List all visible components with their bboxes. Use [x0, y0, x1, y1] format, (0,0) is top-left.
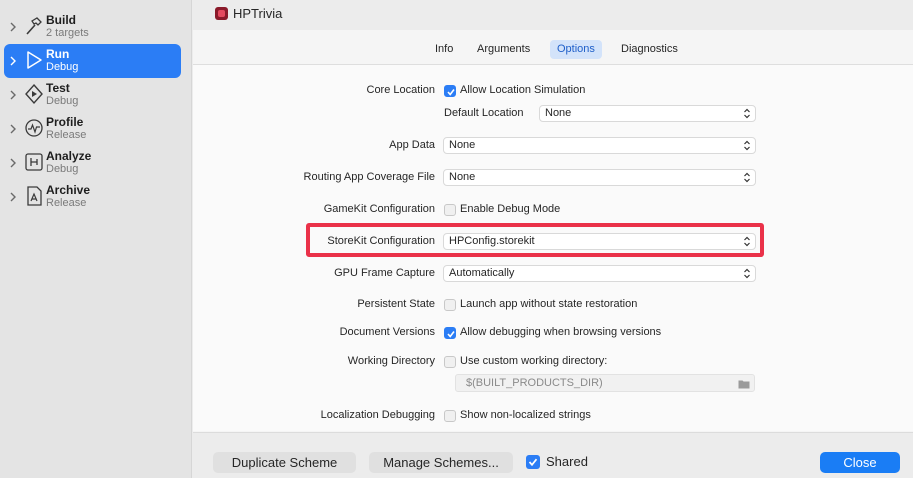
sidebar-item-build[interactable]: Build 2 targets	[4, 10, 181, 44]
sidebar-item-title: Test	[46, 81, 70, 95]
sidebar-item-title: Archive	[46, 183, 91, 197]
routing-coverage-popup[interactable]: None	[443, 169, 756, 186]
localization-text: Show non-localized strings	[460, 409, 591, 421]
shared-checkbox[interactable]	[526, 455, 540, 469]
core-location-label: Core Location	[366, 84, 436, 96]
working-directory-field[interactable]: $(BUILT_PRODUCTS_DIR)	[455, 374, 755, 392]
chevron-right-icon[interactable]	[8, 123, 18, 135]
gamekit-label: GameKit Configuration	[323, 203, 435, 215]
duplicate-scheme-button[interactable]: Duplicate Scheme	[213, 452, 356, 473]
popup-arrows-icon	[743, 267, 751, 280]
sidebar-item-run[interactable]: Run Debug	[4, 44, 181, 78]
sidebar-item-subtitle: 2 targets	[46, 27, 89, 39]
test-diamond-icon	[24, 83, 44, 105]
sidebar-item-subtitle: Release	[46, 129, 87, 141]
popup-arrows-icon	[743, 139, 751, 152]
sidebar-item-profile[interactable]: Profile Release	[4, 112, 181, 146]
allow-location-simulation-checkbox[interactable]	[444, 85, 456, 97]
app-icon	[215, 7, 228, 20]
tab-info[interactable]: Info	[428, 40, 460, 59]
persistent-state-label: Persistent State	[357, 298, 435, 310]
routing-coverage-value: None	[449, 171, 476, 183]
popup-arrows-icon	[743, 171, 751, 184]
sidebar-item-subtitle: Debug	[46, 163, 79, 175]
routing-coverage-label: Routing App Coverage File	[303, 171, 435, 183]
default-location-value: None	[545, 107, 572, 119]
analyze-icon	[24, 151, 44, 173]
chevron-right-icon[interactable]	[8, 55, 18, 67]
play-icon	[24, 49, 44, 71]
gpu-capture-label: GPU Frame Capture	[334, 267, 435, 279]
footer-bar: Duplicate Scheme Manage Schemes... Share…	[193, 432, 913, 478]
chevron-right-icon[interactable]	[8, 89, 18, 101]
storekit-highlight-box	[306, 223, 764, 257]
sidebar-item-title: Analyze	[46, 149, 92, 163]
options-panel: Core Location Allow Location Simulation …	[193, 64, 913, 431]
scheme-header: HPTrivia	[193, 0, 913, 30]
working-directory-checkbox[interactable]	[444, 356, 456, 368]
sidebar-item-title: Run	[46, 47, 70, 61]
popup-arrows-icon	[743, 107, 751, 120]
sidebar-item-subtitle: Debug	[46, 61, 79, 73]
document-versions-label: Document Versions	[339, 326, 435, 338]
close-button[interactable]: Close	[820, 452, 900, 473]
sidebar-item-archive[interactable]: Archive Release	[4, 180, 181, 214]
sidebar-item-title: Profile	[46, 115, 84, 129]
default-location-label: Default Location	[444, 107, 524, 119]
app-data-label: App Data	[389, 139, 435, 151]
tab-arguments[interactable]: Arguments	[470, 40, 537, 59]
manage-schemes-button[interactable]: Manage Schemes...	[369, 452, 513, 473]
localization-checkbox[interactable]	[444, 410, 456, 422]
folder-icon[interactable]	[738, 378, 750, 394]
gpu-capture-value: Automatically	[449, 267, 515, 279]
allow-location-simulation-label: Allow Location Simulation	[460, 84, 586, 96]
sidebar-item-test[interactable]: Test Debug	[4, 78, 181, 112]
tab-options[interactable]: Options	[550, 40, 602, 59]
chevron-right-icon[interactable]	[8, 191, 18, 203]
localization-label: Localization Debugging	[320, 409, 435, 421]
gamekit-debug-checkbox[interactable]	[444, 204, 456, 216]
scheme-editor-main: HPTrivia Info Arguments Options Diagnost…	[193, 0, 913, 478]
sidebar-item-analyze[interactable]: Analyze Debug	[4, 146, 181, 180]
working-directory-path: $(BUILT_PRODUCTS_DIR)	[466, 377, 603, 389]
gpu-capture-popup[interactable]: Automatically	[443, 265, 756, 282]
persistent-state-text: Launch app without state restoration	[460, 298, 638, 310]
hammer-icon	[24, 15, 44, 37]
profile-waveform-icon	[24, 117, 44, 139]
app-data-popup[interactable]: None	[443, 137, 756, 154]
working-directory-text: Use custom working directory:	[460, 355, 608, 367]
document-versions-checkbox[interactable]	[444, 327, 456, 339]
sidebar-item-subtitle: Debug	[46, 95, 79, 107]
tab-bar: Info Arguments Options Diagnostics	[193, 38, 913, 60]
persistent-state-checkbox[interactable]	[444, 299, 456, 311]
chevron-right-icon[interactable]	[8, 157, 18, 169]
app-name: HPTrivia	[233, 6, 283, 21]
sidebar-item-subtitle: Release	[46, 197, 87, 209]
shared-label: Shared	[546, 454, 588, 469]
archive-icon	[24, 185, 44, 207]
document-versions-text: Allow debugging when browsing versions	[460, 326, 662, 338]
gamekit-debug-label: Enable Debug Mode	[460, 203, 561, 215]
app-data-value: None	[449, 139, 476, 151]
default-location-popup[interactable]: None	[539, 105, 756, 122]
chevron-right-icon[interactable]	[8, 21, 18, 33]
working-directory-label: Working Directory	[347, 355, 435, 367]
scheme-actions-sidebar: Build 2 targets Run Debug Test Debug Pro…	[0, 0, 192, 478]
sidebar-item-title: Build	[46, 13, 76, 27]
tab-diagnostics[interactable]: Diagnostics	[614, 40, 685, 59]
